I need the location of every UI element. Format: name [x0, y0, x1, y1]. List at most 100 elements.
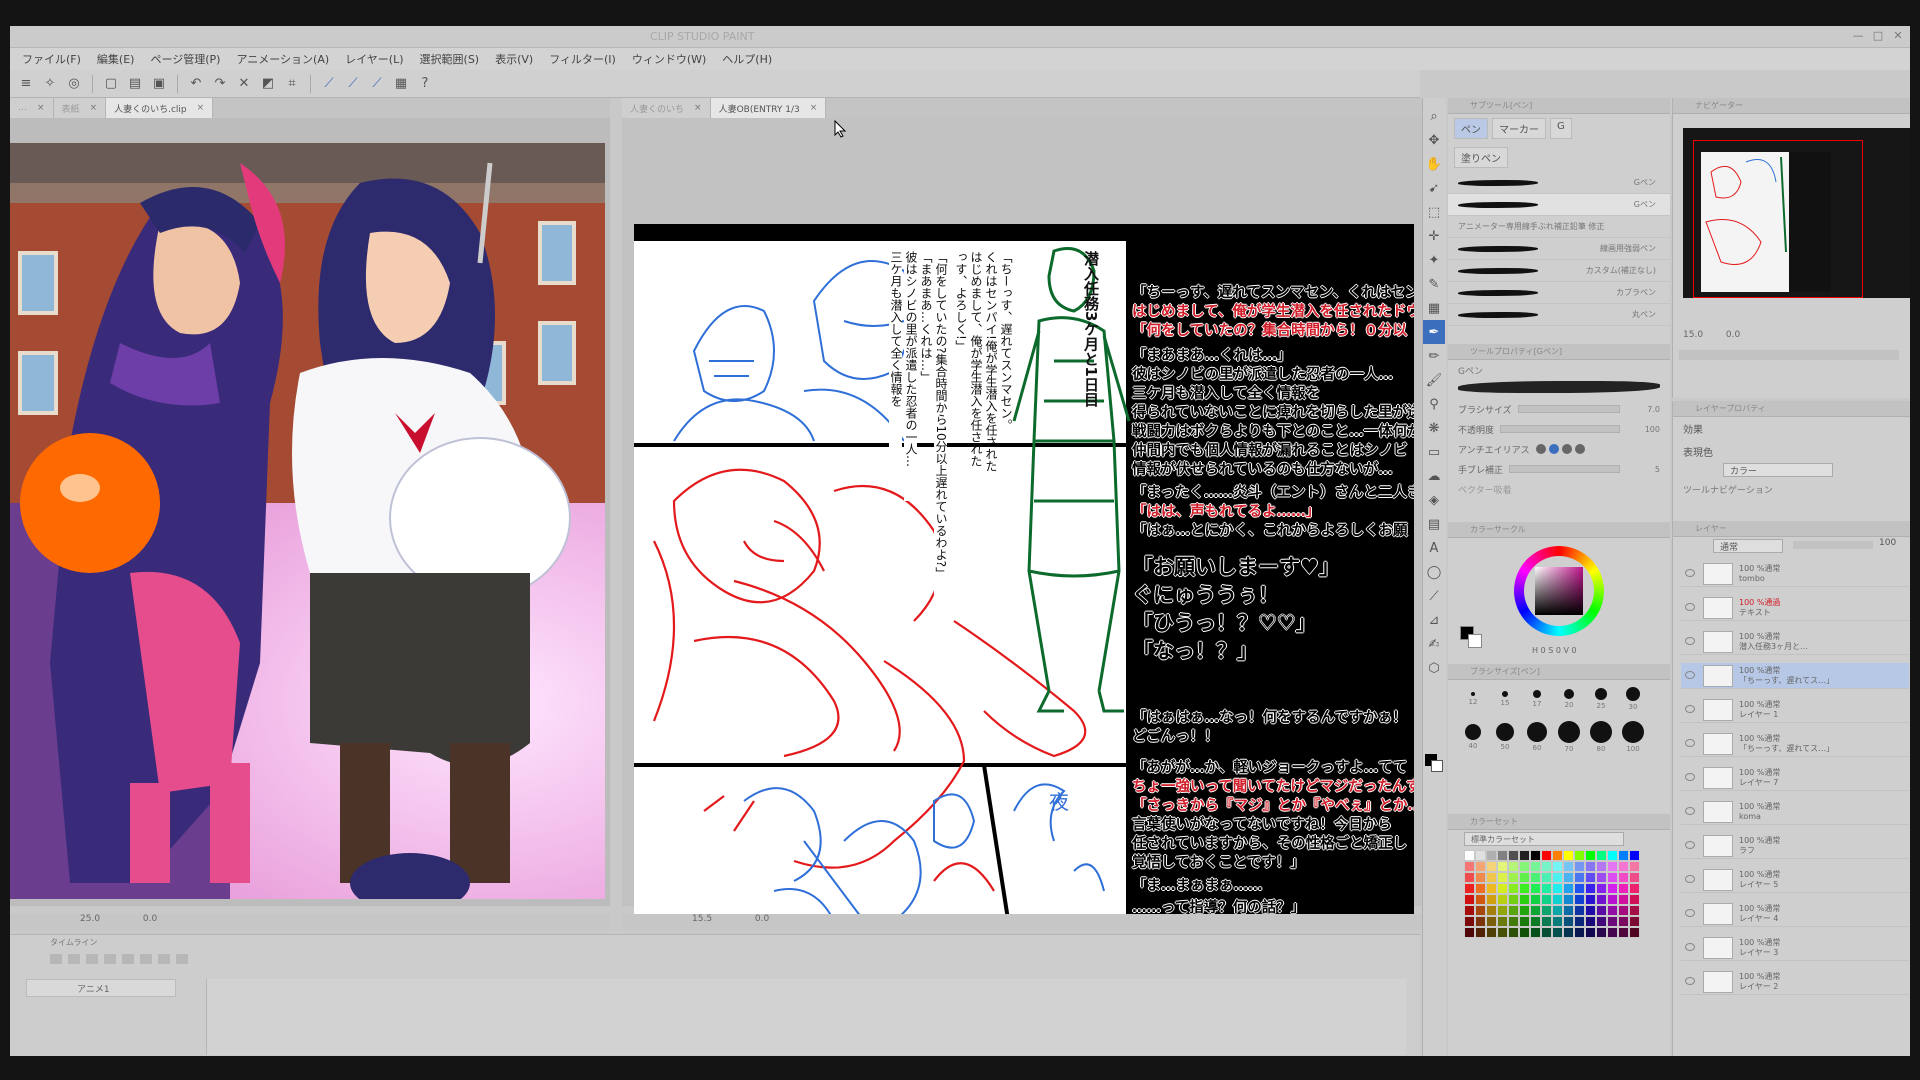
palette-swatch[interactable] [1530, 916, 1541, 927]
palette-swatch[interactable] [1464, 894, 1475, 905]
eyedropper-tool-icon[interactable]: ✎ [1423, 272, 1445, 296]
timeline-tool-icon[interactable] [176, 954, 188, 964]
minimize-icon[interactable]: — [1850, 29, 1866, 43]
palette-swatch[interactable] [1585, 850, 1596, 861]
brush-item[interactable]: アニメーター専用線手ぶれ補正鉛筆 修正 [1448, 216, 1670, 238]
expression-color-select[interactable]: カラー [1723, 463, 1833, 477]
palette-swatch[interactable] [1618, 872, 1629, 883]
palette-swatch[interactable] [1574, 894, 1585, 905]
palette-swatch[interactable] [1618, 861, 1629, 872]
palette-swatch[interactable] [1464, 872, 1475, 883]
bg-color-swatch[interactable] [1468, 634, 1482, 648]
palette-swatch[interactable] [1541, 850, 1552, 861]
vector-tool-icon[interactable]: ⬡ [1423, 656, 1445, 680]
palette-swatch[interactable] [1508, 861, 1519, 872]
palette-swatch[interactable] [1552, 861, 1563, 872]
layer-row[interactable]: 100 %通常 「ちーっす、遅れてス…」 [1681, 731, 1909, 757]
brush-size-preset[interactable]: 70 [1554, 720, 1584, 756]
navigator-zoom[interactable]: 15.0 [1683, 330, 1703, 340]
palette-swatch[interactable] [1618, 850, 1629, 861]
brush-item[interactable]: Gペン [1448, 172, 1670, 194]
brush-size-preset[interactable]: 15 [1490, 682, 1520, 718]
palette-swatch[interactable] [1508, 927, 1519, 938]
palette-swatch[interactable] [1464, 916, 1475, 927]
palette-swatch[interactable] [1563, 927, 1574, 938]
left-doc-tab[interactable]: 表紙 × [53, 98, 107, 118]
palette-swatch[interactable] [1486, 850, 1497, 861]
layer-move-tool-icon[interactable]: ✛ [1423, 224, 1445, 248]
palette-swatch[interactable] [1486, 883, 1497, 894]
palette-swatch[interactable] [1596, 850, 1607, 861]
palette-swatch[interactable] [1464, 927, 1475, 938]
palette-swatch[interactable] [1475, 850, 1486, 861]
timeline-track-select[interactable]: アニメ1 [26, 979, 176, 997]
clip-studio-assets-icon[interactable]: ◎ [64, 74, 84, 94]
eye-icon[interactable] [1685, 875, 1695, 883]
text-tool-icon[interactable]: A [1423, 536, 1445, 560]
manga-zoom-value[interactable]: 15.5 [692, 914, 712, 924]
left-angle-value[interactable]: 0.0 [143, 914, 157, 924]
palette-swatch[interactable] [1629, 916, 1640, 927]
palette-swatch[interactable] [1596, 872, 1607, 883]
palette-swatch[interactable] [1596, 894, 1607, 905]
correct-line-tool-icon[interactable]: ⟋ [1423, 584, 1445, 608]
palette-swatch[interactable] [1563, 861, 1574, 872]
palette-swatch[interactable] [1486, 916, 1497, 927]
palette-swatch[interactable] [1519, 850, 1530, 861]
new-file-icon[interactable]: ▢ [101, 74, 121, 94]
palette-swatch[interactable] [1607, 916, 1618, 927]
palette-swatch[interactable] [1508, 872, 1519, 883]
left-doc-tab-active[interactable]: 人妻くのいち.clip × [106, 98, 214, 118]
palette-swatch[interactable] [1563, 850, 1574, 861]
brush-size-preset[interactable]: 25 [1586, 682, 1616, 718]
manga-angle-value[interactable]: 0.0 [755, 914, 769, 924]
timeline-tool-icon[interactable] [104, 954, 116, 964]
ruler-tool-icon[interactable]: ⊿ [1423, 608, 1445, 632]
decoration-tool-icon[interactable]: ❋ [1423, 416, 1445, 440]
palette-swatch[interactable] [1508, 916, 1519, 927]
palette-swatch[interactable] [1486, 894, 1497, 905]
menu-view[interactable]: 表示(V) [495, 51, 533, 67]
eye-icon[interactable] [1685, 841, 1695, 849]
palette-swatch[interactable] [1607, 905, 1618, 916]
palette-swatch[interactable] [1585, 883, 1596, 894]
prop-stabilization[interactable]: 手ブレ補正 5 [1448, 459, 1670, 479]
eye-icon[interactable] [1685, 977, 1695, 985]
hand-tool-icon[interactable]: ✋ [1423, 152, 1445, 176]
close-icon[interactable]: ✕ [1890, 29, 1906, 43]
palette-swatch[interactable] [1607, 861, 1618, 872]
layer-opacity-value[interactable]: 100 [1879, 538, 1896, 548]
palette-swatch[interactable] [1486, 905, 1497, 916]
layer-row[interactable]: 100 %通常 レイヤー 3 [1681, 935, 1909, 961]
palette-swatch[interactable] [1629, 883, 1640, 894]
sub-color-swatch[interactable] [1431, 760, 1443, 772]
layer-row[interactable]: 100 %通常 レイヤー 5 [1681, 867, 1909, 893]
eye-icon[interactable] [1685, 739, 1695, 747]
layer-row[interactable]: 100 %通常 レイヤー 4 [1681, 901, 1909, 927]
prop-opacity[interactable]: 不透明度 100 [1448, 419, 1670, 439]
layer-row[interactable]: 100 %通常 ラフ [1681, 833, 1909, 859]
timeline-grid[interactable] [206, 979, 1406, 1055]
frame-tool-icon[interactable]: ▦ [1423, 296, 1445, 320]
palette-swatch[interactable] [1629, 872, 1640, 883]
pencil-tool-icon[interactable]: ✏ [1423, 344, 1445, 368]
palette-swatch[interactable] [1607, 894, 1618, 905]
palette-swatch[interactable] [1596, 905, 1607, 916]
open-file-icon[interactable]: ▤ [125, 74, 145, 94]
subtool-tab-pen[interactable]: ペン [1454, 118, 1488, 139]
palette-swatch[interactable] [1475, 894, 1486, 905]
layer-row[interactable]: 100 %通常 tombo [1681, 561, 1909, 587]
manga-doc-tab[interactable]: 人妻くのいち × [622, 98, 711, 118]
palette-swatch[interactable] [1464, 905, 1475, 916]
gradient-tool-icon[interactable]: ▤ [1423, 512, 1445, 536]
palette-swatch[interactable] [1552, 927, 1563, 938]
menu-help[interactable]: ヘルプ(H) [722, 51, 772, 67]
color-palette[interactable] [1464, 850, 1640, 938]
pen-tool-icon[interactable]: ✒ [1423, 320, 1445, 344]
palette-swatch[interactable] [1497, 883, 1508, 894]
palette-swatch[interactable] [1629, 861, 1640, 872]
palette-swatch[interactable] [1596, 883, 1607, 894]
palette-swatch[interactable] [1541, 927, 1552, 938]
palette-swatch[interactable] [1519, 905, 1530, 916]
palette-swatch[interactable] [1497, 872, 1508, 883]
